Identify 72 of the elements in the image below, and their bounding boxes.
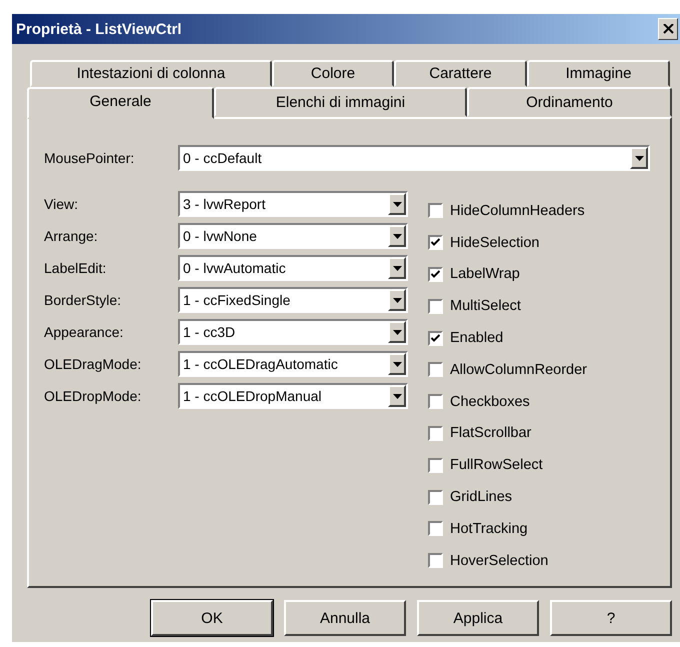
checkbox-label: FullRowSelect xyxy=(450,457,543,474)
dropdown-field[interactable]: 0 - lvwAutomatic xyxy=(178,255,408,281)
dropdown-button[interactable] xyxy=(388,385,406,407)
field-label: OLEDropMode: xyxy=(44,388,142,404)
dropdown-arrow-icon xyxy=(392,234,402,238)
checkbox[interactable] xyxy=(428,394,443,410)
dropdown-button[interactable] xyxy=(388,353,406,375)
dropdown-button[interactable] xyxy=(388,257,406,279)
checkbox[interactable] xyxy=(428,330,443,346)
tab[interactable]: Immagine xyxy=(527,60,670,87)
dropdown-field[interactable]: 1 - cc3D xyxy=(178,319,408,345)
field-label: View: xyxy=(44,196,79,212)
checkbox[interactable] xyxy=(428,203,443,218)
checkbox-label: FlatScrollbar xyxy=(450,425,532,442)
checkbox-label: HideSelection xyxy=(450,234,540,251)
checkbox[interactable] xyxy=(428,553,443,568)
checkbox[interactable] xyxy=(428,266,443,282)
field-label: MousePointer: xyxy=(44,150,136,166)
dropdown-field[interactable]: 0 - lvwNone xyxy=(178,223,408,249)
check-icon xyxy=(431,238,440,248)
checkbox-label: LabelWrap xyxy=(450,266,520,282)
dropdown-button[interactable] xyxy=(388,225,406,247)
dropdown-field[interactable]: 1 - ccOLEDragAutomatic xyxy=(178,351,408,377)
checkbox-label: HotTracking xyxy=(450,520,528,537)
checkbox[interactable] xyxy=(428,458,443,473)
checkbox[interactable] xyxy=(428,235,443,250)
checkbox[interactable] xyxy=(428,426,443,441)
tab[interactable]: Ordinamento xyxy=(467,87,672,117)
tab[interactable]: Generale xyxy=(27,87,214,119)
dropdown-field[interactable]: 1 - ccFixedSingle xyxy=(178,287,408,313)
checkbox-label: MultiSelect xyxy=(450,298,521,314)
checkbox-label: HideColumnHeaders xyxy=(450,202,585,219)
check-icon xyxy=(431,270,440,279)
dialog-button[interactable]: Annulla xyxy=(284,600,406,636)
dropdown-button[interactable] xyxy=(388,193,406,215)
field-label: OLEDragMode: xyxy=(44,356,142,372)
checkbox-label: GridLines xyxy=(450,489,512,506)
dropdown-arrow-icon xyxy=(392,394,402,398)
checkbox-label: HoverSelection xyxy=(450,552,548,569)
dropdown-button[interactable] xyxy=(630,147,648,169)
check-icon xyxy=(431,334,440,343)
dropdown-arrow-icon xyxy=(392,266,402,270)
dropdown-arrow-icon xyxy=(392,202,402,206)
window-title: Proprietà - ListViewCtrl xyxy=(16,20,182,38)
close-icon xyxy=(662,24,674,34)
dropdown-field[interactable]: 0 - ccDefault xyxy=(178,145,650,171)
dialog-button[interactable]: Applica xyxy=(417,600,539,636)
dropdown-arrow-icon xyxy=(392,362,402,366)
dropdown-arrow-icon xyxy=(392,330,402,334)
dropdown-button[interactable] xyxy=(388,321,406,343)
checkbox-label: Enabled xyxy=(450,330,504,346)
checkbox[interactable] xyxy=(428,362,443,378)
tab[interactable]: Colore xyxy=(272,60,394,87)
dropdown-field[interactable]: 1 - ccOLEDropManual xyxy=(178,383,408,409)
field-label: Appearance: xyxy=(44,324,124,340)
dialog-button[interactable]: ? xyxy=(550,600,672,636)
dialog-button[interactable]: OK xyxy=(151,600,273,636)
checkbox-label: Checkboxes xyxy=(450,394,530,410)
dropdown-arrow-icon xyxy=(392,298,402,302)
field-label: BorderStyle: xyxy=(44,292,122,308)
tab[interactable]: Carattere xyxy=(394,60,527,87)
dropdown-arrow-icon xyxy=(634,156,644,160)
field-label: Arrange: xyxy=(44,228,99,244)
field-label: LabelEdit: xyxy=(44,260,108,276)
dropdown-button[interactable] xyxy=(388,289,406,311)
tab[interactable]: Elenchi di immagini xyxy=(214,87,467,117)
checkbox[interactable] xyxy=(428,298,443,314)
close-button[interactable] xyxy=(658,18,678,40)
checkbox[interactable] xyxy=(428,490,443,505)
checkbox[interactable] xyxy=(428,521,443,536)
dropdown-field[interactable]: 3 - lvwReport xyxy=(178,191,408,217)
checkbox-label: AllowColumnReorder xyxy=(450,362,587,378)
